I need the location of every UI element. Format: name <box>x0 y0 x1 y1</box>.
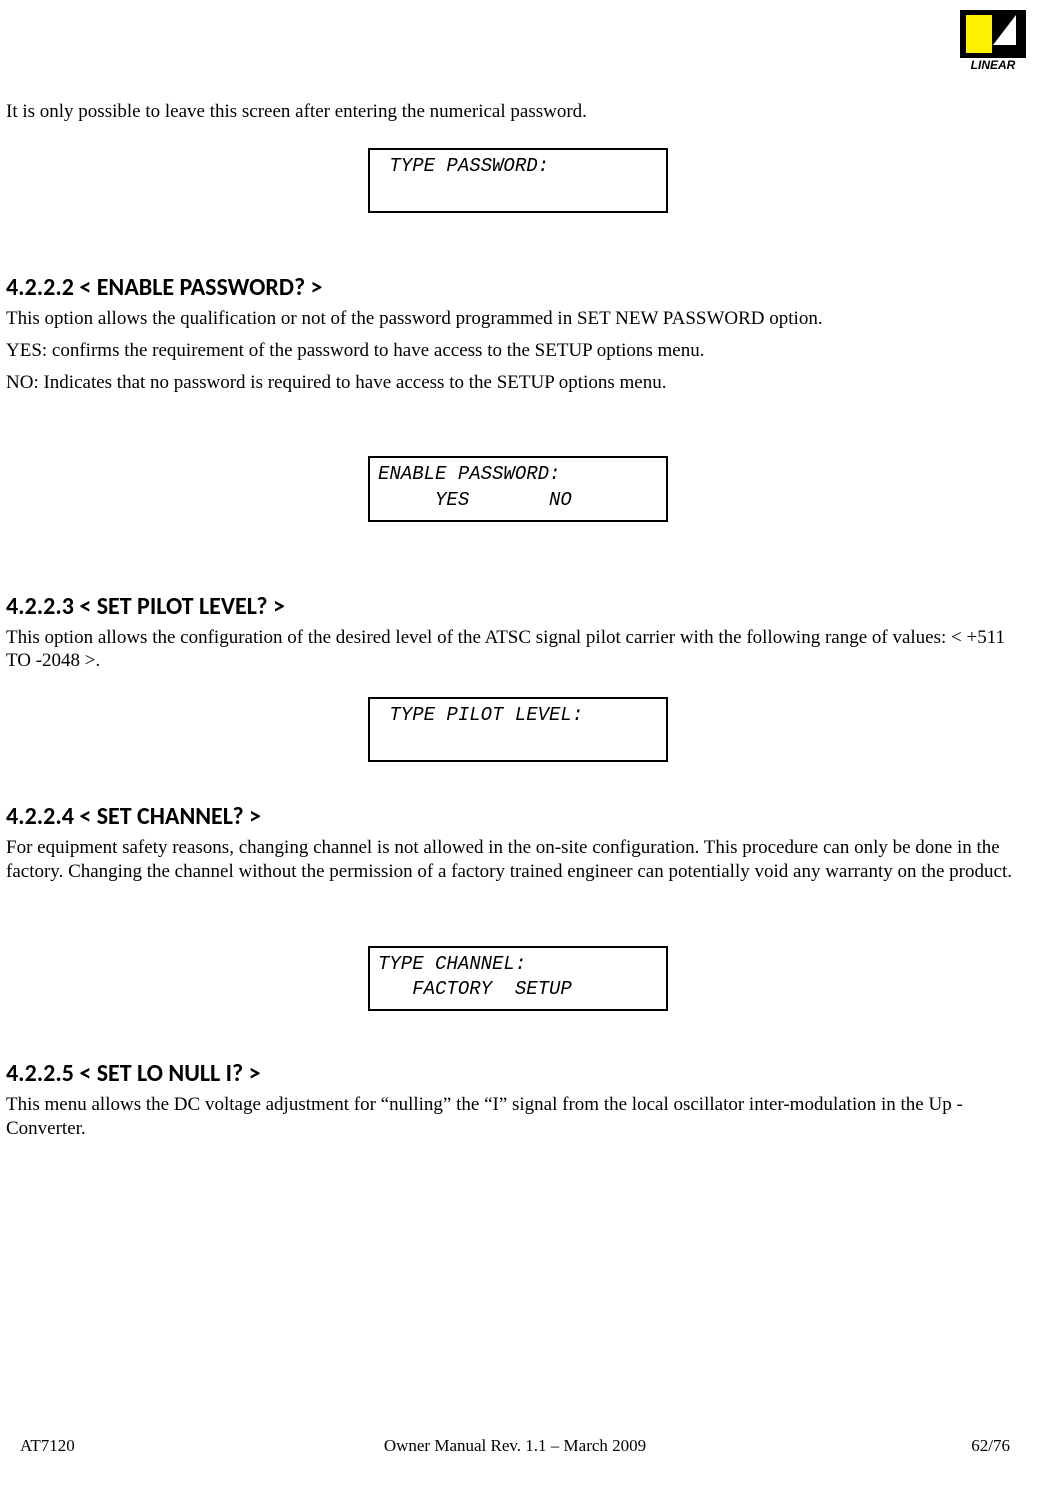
lcd-line-2 <box>378 729 658 755</box>
logo-text: LINEAR <box>971 58 1016 72</box>
para-4225-1: This menu allows the DC voltage adjustme… <box>6 1093 1030 1141</box>
page-footer: AT7120 Owner Manual Rev. 1.1 – March 200… <box>20 1435 1010 1456</box>
para-4222-3: NO: Indicates that no password is requir… <box>6 371 1030 395</box>
lcd-type-pilot-level: TYPE PILOT LEVEL: <box>368 697 668 762</box>
lcd-line-1: TYPE PILOT LEVEL: <box>378 703 658 729</box>
lcd-type-channel: TYPE CHANNEL: FACTORY SETUP <box>368 946 668 1011</box>
lcd-line-1: ENABLE PASSWORD: <box>378 462 658 488</box>
heading-4-2-2-3: 4.2.2.3 < SET PILOT LEVEL? > <box>6 592 1030 622</box>
lcd-type-password: TYPE PASSWORD: <box>368 148 668 213</box>
lcd-line-1: TYPE PASSWORD: <box>378 154 658 180</box>
heading-4-2-2-2: 4.2.2.2 < ENABLE PASSWORD? > <box>6 273 1030 303</box>
linear-logo-icon: LINEAR <box>960 10 1026 72</box>
lcd-line-1: TYPE CHANNEL: <box>378 952 658 978</box>
page-content: It is only possible to leave this screen… <box>6 14 1030 1141</box>
lcd-enable-password: ENABLE PASSWORD: YES NO <box>368 456 668 521</box>
intro-paragraph: It is only possible to leave this screen… <box>6 100 1030 124</box>
para-4222-2: YES: confirms the requirement of the pas… <box>6 339 1030 363</box>
brand-logo: LINEAR <box>960 10 1026 72</box>
lcd-line-2 <box>378 179 658 205</box>
heading-4-2-2-5: 4.2.2.5 < SET LO NULL I? > <box>6 1059 1030 1089</box>
heading-4-2-2-4: 4.2.2.4 < SET CHANNEL? > <box>6 802 1030 832</box>
para-4222-1: This option allows the qualification or … <box>6 307 1030 331</box>
lcd-line-2: FACTORY SETUP <box>378 977 658 1003</box>
page: LINEAR It is only possible to leave this… <box>0 0 1048 1490</box>
lcd-line-2: YES NO <box>378 488 658 514</box>
para-4224-1: For equipment safety reasons, changing c… <box>6 836 1030 884</box>
footer-center: Owner Manual Rev. 1.1 – March 2009 <box>20 1435 1010 1456</box>
para-4223-1: This option allows the configuration of … <box>6 626 1030 674</box>
